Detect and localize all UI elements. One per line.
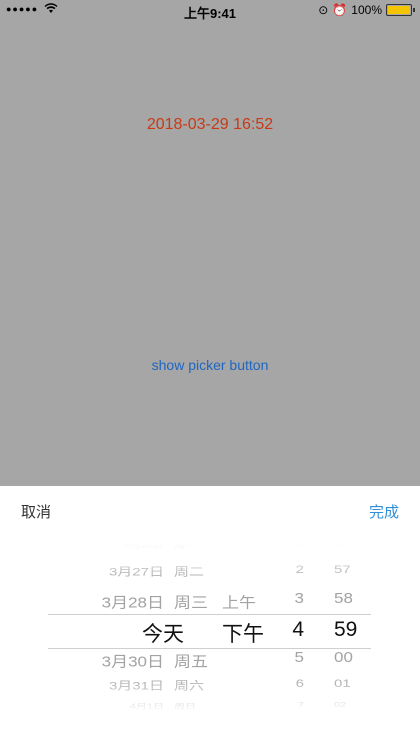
picker-row[interactable]: 3月26日 周一 1 56: [0, 543, 420, 558]
picker-row[interactable]: 4月1日 周日 7 02: [0, 701, 420, 715]
picker-row[interactable]: 3月31日 周六 6 01: [0, 677, 420, 698]
picker-weekday-cell: 周六: [174, 679, 205, 693]
picker-date-cell: 今天: [142, 623, 184, 646]
picker-date-cell: 3月31日: [108, 679, 164, 693]
picker-hour-cell: 7: [297, 701, 304, 709]
picker-toolbar: 取消 完成: [0, 486, 420, 534]
picker-minute-cell: 02: [334, 701, 347, 709]
picker-ampm-cell: 上午: [222, 594, 256, 611]
date-time-picker-wheel[interactable]: 3月26日 周一 1 56 3月27日 周二 2 57 3月28日 周三 上午 3 58 今天 下午 4 59 3…: [0, 543, 420, 715]
picker-date-cell: 3月28日: [101, 594, 164, 611]
picker-row[interactable]: 3月30日 周五 5 00: [0, 649, 420, 674]
picker-hour-cell: 2: [295, 563, 304, 577]
selected-date-label: 2018-03-29 16:52: [146, 116, 274, 133]
show-picker-button[interactable]: show picker button: [0, 357, 420, 373]
date-picker-sheet: 取消 完成 3月26日 周一 1 56 3月27日 周二 2 57 3月28日 周三 上午 3 58 今天…: [0, 486, 420, 731]
battery-icon: [386, 4, 415, 16]
picker-hour-cell: 3: [294, 589, 304, 607]
picker-weekday-cell: 周一: [174, 543, 196, 550]
picker-weekday-cell: 周五: [174, 653, 208, 670]
picker-ampm-cell: 下午: [222, 623, 264, 646]
picker-hour-cell: 1: [297, 543, 304, 548]
picker-date-cell: 3月26日: [123, 543, 164, 550]
picker-row-selected[interactable]: 今天 下午 4 59: [0, 618, 420, 646]
picker-weekday-cell: 周二: [174, 565, 205, 579]
done-button[interactable]: 完成: [369, 501, 399, 522]
picker-hour-cell: 4: [292, 618, 304, 641]
orientation-lock-icon: ⊙: [318, 3, 329, 17]
picker-date-cell: 3月30日: [101, 653, 164, 670]
picker-minute-cell: 56: [334, 543, 347, 548]
picker-minute-cell: 01: [334, 677, 351, 691]
picker-hour-cell: 6: [295, 677, 304, 691]
picker-weekday-cell: 周三: [174, 594, 208, 611]
picker-minute-cell: 59: [334, 618, 358, 641]
status-bar: ●●●●● 上午9:41 ⊙ ⏰ 100%: [0, 0, 420, 22]
battery-percent: 100%: [351, 3, 382, 17]
picker-minute-cell: 58: [334, 589, 353, 607]
picker-minute-cell: 57: [334, 563, 351, 577]
picker-date-cell: 4月1日: [129, 702, 164, 711]
picker-minute-cell: 00: [334, 648, 353, 666]
picker-weekday-cell: 周日: [174, 702, 196, 711]
picker-row[interactable]: 3月27日 周二 2 57: [0, 563, 420, 584]
picker-row[interactable]: 3月28日 周三 上午 3 58: [0, 590, 420, 615]
alarm-icon: ⏰: [332, 3, 348, 17]
picker-hour-cell: 5: [294, 648, 304, 666]
cancel-button[interactable]: 取消: [21, 501, 51, 522]
picker-date-cell: 3月27日: [108, 565, 164, 579]
status-right: ⊙ ⏰ 100%: [318, 3, 415, 17]
